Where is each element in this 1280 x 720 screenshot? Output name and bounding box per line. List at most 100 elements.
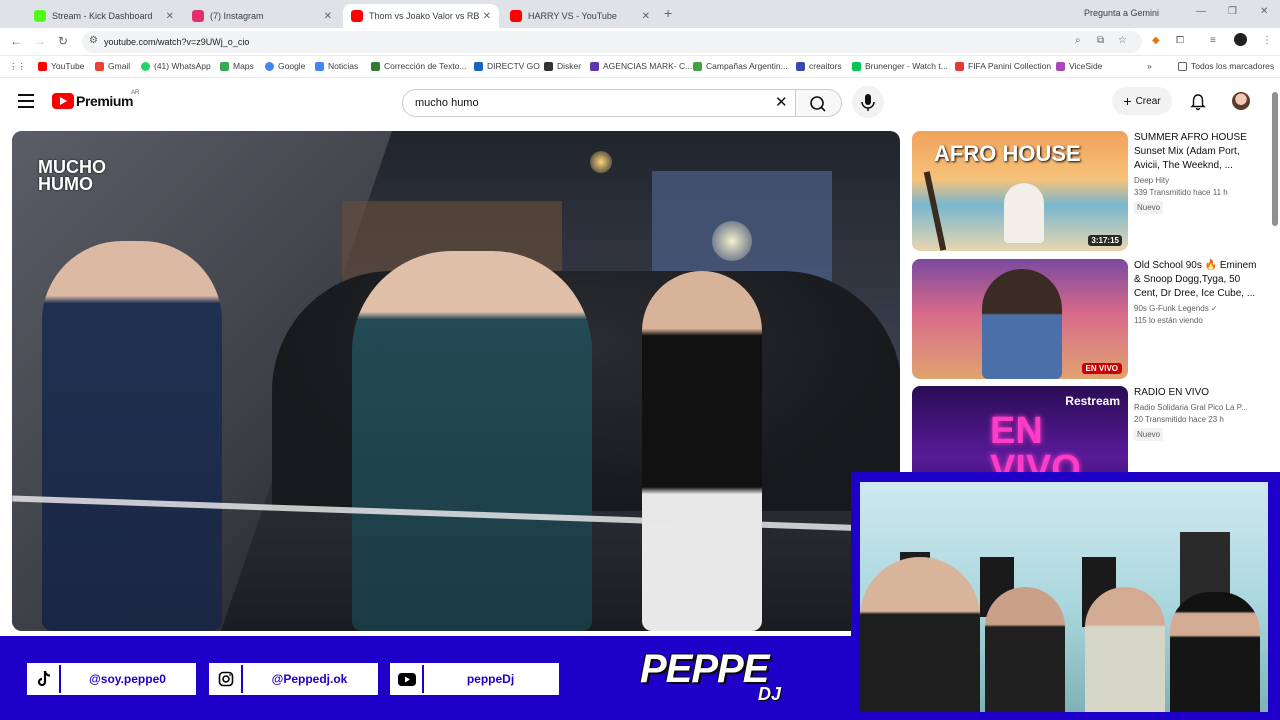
- recommended-video[interactable]: EN VIVO Old School 90s 🔥 Eminem & Snoop …: [912, 259, 1264, 379]
- channel-name[interactable]: 90s G-Funk Legends ✓: [1134, 304, 1262, 313]
- directv-icon: [474, 61, 483, 71]
- extensions-icon[interactable]: ⧠: [1176, 35, 1184, 46]
- search-button[interactable]: [796, 89, 842, 117]
- bookmark-label: AGENCIAS MARK- C...: [603, 61, 693, 71]
- recommended-video[interactable]: AFRO HOUSE 3:17:15 SUMMER AFRO HOUSE Sun…: [912, 131, 1264, 251]
- scrollbar[interactable]: [1272, 92, 1278, 226]
- bookmark-label: DIRECTV GO: [487, 61, 540, 71]
- performer-center: [352, 251, 592, 631]
- menu-icon[interactable]: ⋮: [1262, 35, 1272, 46]
- bookmark-label: Gmail: [108, 61, 131, 71]
- webcam-frame: [851, 472, 1280, 720]
- person: [860, 557, 980, 712]
- bookmark-label: creaitors: [809, 61, 842, 71]
- bookmark-maps[interactable]: Maps: [220, 61, 254, 71]
- view-stats: 20 Transmitido hace 23 h: [1134, 415, 1224, 424]
- bookmark-youtube[interactable]: YouTube: [38, 61, 84, 71]
- microphone-icon: [861, 94, 875, 111]
- zoom-icon[interactable]: ⌕: [1075, 35, 1081, 46]
- webcam-feed: [860, 482, 1268, 712]
- install-icon[interactable]: ⧉: [1097, 35, 1104, 46]
- bookmark-agencias[interactable]: AGENCIAS MARK- C...: [590, 61, 692, 71]
- search-input[interactable]: mucho humo: [402, 89, 796, 117]
- bookmarks-bar: ⋮⋮ YouTube Gmail (41) WhatsApp Maps Goog…: [0, 56, 1280, 78]
- tab-harry-vs[interactable]: HARRY VS - YouTube ✕: [502, 4, 658, 28]
- bookmark-google[interactable]: Google: [265, 61, 305, 71]
- bookmark-viceside[interactable]: ViceSide: [1056, 61, 1102, 71]
- channel-name[interactable]: Radio Solidaria Gral Pico La P...: [1134, 403, 1262, 412]
- new-tab-button[interactable]: +: [664, 5, 672, 21]
- instagram-icon: [192, 10, 204, 22]
- folder-icon: [1178, 61, 1187, 71]
- metamask-icon[interactable]: ◆: [1152, 35, 1160, 46]
- url-text: youtube.com/watch?v=z9UWj_o_cio: [104, 37, 250, 47]
- forward-icon[interactable]: →: [34, 34, 46, 48]
- video-title[interactable]: RADIO EN VIVO: [1134, 386, 1262, 400]
- youtube-icon: [392, 665, 424, 693]
- close-tab-icon[interactable]: ✕: [483, 11, 491, 22]
- profile-icon[interactable]: [1234, 33, 1247, 46]
- tiktok-handle: @soy.peppe0: [27, 663, 196, 695]
- bookmark-directv[interactable]: DIRECTV GO: [474, 61, 540, 71]
- bookmark-creaitors[interactable]: creaitors: [796, 61, 842, 71]
- instagram-label: @Peppedj.ok: [271, 672, 348, 686]
- bookmark-whatsapp[interactable]: (41) WhatsApp: [141, 61, 211, 71]
- search-icon: [810, 96, 826, 112]
- tab-current-video[interactable]: Thom vs Joako Valor vs RBG vs ✕: [343, 4, 499, 28]
- tab-instagram[interactable]: (7) Instagram ✕: [184, 4, 340, 28]
- bookmark-label: (41) WhatsApp: [154, 61, 211, 71]
- instagram-handle: @Peppedj.ok: [209, 663, 378, 695]
- bookmark-label: Disker: [557, 61, 582, 71]
- address-bar-row: ← → ↻ youtube.com/watch?v=z9UWj_o_cio ⚙ …: [0, 28, 1280, 56]
- bookmark-fifa[interactable]: FIFA Panini Collection: [955, 61, 1051, 71]
- restream-label: Restream: [1065, 394, 1120, 408]
- site-info-icon[interactable]: ⚙: [89, 35, 98, 46]
- gemini-button[interactable]: Pregunta a Gemini: [1084, 8, 1159, 18]
- notifications-bell-icon[interactable]: [1189, 93, 1207, 111]
- bookmark-label: YouTube: [51, 61, 85, 71]
- video-thumbnail[interactable]: EN VIVO: [912, 259, 1128, 379]
- video-player[interactable]: MUCHO HUMO: [12, 131, 900, 631]
- bookmark-noticias[interactable]: Noticias: [315, 61, 358, 71]
- url-field[interactable]: youtube.com/watch?v=z9UWj_o_cio: [82, 31, 1142, 53]
- media-icon[interactable]: ≡: [1210, 35, 1216, 46]
- rapper-figure: [982, 269, 1062, 379]
- video-title[interactable]: Old School 90s 🔥 Eminem & Snoop Dogg,Tyg…: [1134, 259, 1262, 301]
- street-light: [590, 151, 612, 173]
- bookmark-campanas[interactable]: Campañas Argentin...: [693, 61, 788, 71]
- video-title[interactable]: SUMMER AFRO HOUSE Sunset Mix (Adam Port,…: [1134, 131, 1262, 173]
- create-button[interactable]: + Crear: [1112, 87, 1172, 115]
- channel-name[interactable]: Deep Hity: [1134, 176, 1262, 185]
- bookmark-star-icon[interactable]: ☆: [1118, 35, 1127, 46]
- menu-icon[interactable]: [18, 94, 34, 108]
- close-tab-icon[interactable]: ✕: [642, 11, 650, 22]
- bookmark-correccion[interactable]: Corrección de Texto...: [371, 61, 467, 71]
- video-thumbnail[interactable]: AFRO HOUSE 3:17:15: [912, 131, 1128, 251]
- fifa-icon: [955, 61, 964, 71]
- new-badge: Nuevo: [1134, 428, 1164, 441]
- tab-title: HARRY VS - YouTube: [528, 11, 617, 21]
- campaign-icon: [693, 61, 702, 71]
- reload-icon[interactable]: ↻: [58, 34, 68, 48]
- youtube-logo-icon[interactable]: [52, 93, 74, 109]
- voice-search-button[interactable]: [852, 86, 884, 118]
- back-icon[interactable]: ←: [10, 34, 22, 48]
- minimize-icon[interactable]: —: [1196, 6, 1206, 17]
- maximize-icon[interactable]: ❐: [1228, 6, 1237, 17]
- youtube-premium-logo[interactable]: Premium: [76, 93, 134, 109]
- all-bookmarks-folder[interactable]: Todos los marcadores: [1178, 61, 1274, 71]
- apps-icon[interactable]: ⋮⋮: [9, 61, 26, 72]
- bookmark-gmail[interactable]: Gmail: [95, 61, 130, 71]
- more-bookmarks-button[interactable]: »: [1147, 61, 1152, 71]
- close-tab-icon[interactable]: ✕: [166, 11, 174, 22]
- close-window-icon[interactable]: ✕: [1260, 6, 1268, 17]
- spectator: [642, 271, 762, 631]
- bookmark-disker[interactable]: Disker: [544, 61, 581, 71]
- clear-search-icon[interactable]: ✕: [775, 93, 788, 111]
- palm-tree: [923, 171, 947, 251]
- tab-kick-dashboard[interactable]: Stream - Kick Dashboard ✕: [26, 4, 182, 28]
- avatar[interactable]: [1232, 92, 1250, 110]
- bookmark-brunenger[interactable]: Brunenger - Watch t...: [852, 61, 948, 71]
- close-tab-icon[interactable]: ✕: [324, 11, 332, 22]
- new-badge: Nuevo: [1134, 201, 1164, 214]
